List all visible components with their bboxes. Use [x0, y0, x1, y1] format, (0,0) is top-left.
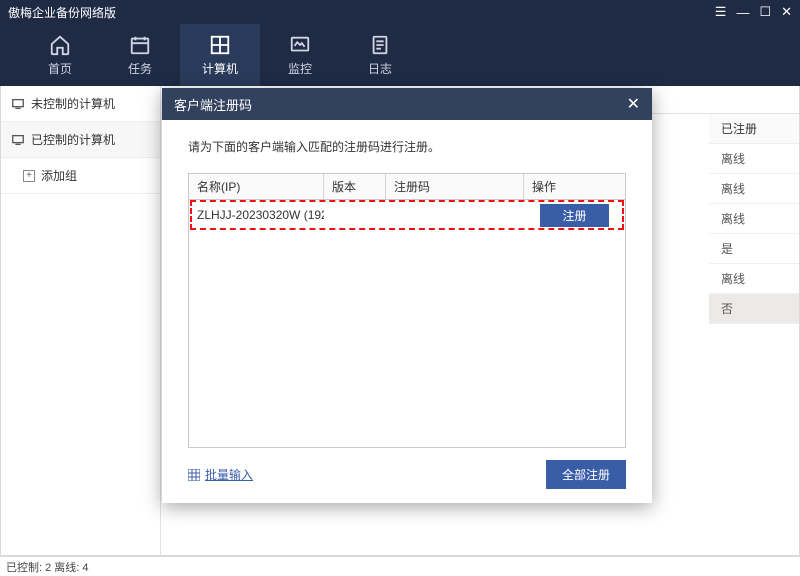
batch-input-label: 批量输入	[205, 466, 253, 483]
title-bar: 傲梅企业备份网络版 ☰ — ☐ ✕	[0, 0, 800, 24]
nav-tasks[interactable]: 任务	[100, 24, 180, 86]
sidebar-add-group-label: 添加组	[41, 167, 77, 184]
minimize-icon[interactable]: —	[736, 5, 749, 20]
cell-version	[324, 200, 386, 230]
sidebar-item-add-group[interactable]: + 添加组	[1, 158, 160, 194]
right-column: 已注册 离线 离线 离线 是 离线 否	[709, 114, 799, 324]
col-name: 名称(IP)	[189, 174, 324, 199]
list-item[interactable]: 离线	[709, 144, 799, 174]
table-row: ZLHJJ-20230320W (192.16 注册	[189, 200, 625, 230]
computer-off-icon	[11, 97, 25, 111]
cell-name: ZLHJJ-20230320W (192.16	[189, 200, 324, 230]
status-text: 已控制: 2 离线: 4	[6, 559, 89, 575]
cell-action: 注册	[524, 200, 625, 230]
plus-icon: +	[23, 170, 35, 182]
cell-code[interactable]	[386, 200, 524, 230]
modal-body: 请为下面的客户端输入匹配的注册码进行注册。 名称(IP) 版本 注册码 操作 Z…	[162, 120, 652, 503]
nav-home[interactable]: 首页	[20, 24, 100, 86]
list-item[interactable]: 是	[709, 234, 799, 264]
navbar: 首页 任务 计算机 监控 日志	[0, 24, 800, 86]
list-item[interactable]: 离线	[709, 204, 799, 234]
app-title: 傲梅企业备份网络版	[8, 4, 116, 21]
grid-icon	[188, 469, 200, 481]
sidebar-uncontrolled-label: 未控制的计算机	[31, 95, 115, 112]
computer-on-icon	[11, 133, 25, 147]
nav-logs[interactable]: 日志	[340, 24, 420, 86]
nav-home-label: 首页	[48, 60, 72, 77]
monitor-icon	[289, 34, 311, 56]
list-item[interactable]: 离线	[709, 264, 799, 294]
registration-modal: 客户端注册码 ✕ 请为下面的客户端输入匹配的注册码进行注册。 名称(IP) 版本…	[162, 88, 652, 503]
close-icon[interactable]: ✕	[781, 4, 792, 20]
menu-icon[interactable]: ☰	[715, 4, 727, 20]
col-version: 版本	[324, 174, 386, 199]
batch-input-link[interactable]: 批量输入	[188, 466, 253, 483]
nav-monitor-label: 监控	[288, 60, 312, 77]
col-header-registered: 已注册	[709, 114, 799, 144]
nav-computers[interactable]: 计算机	[180, 24, 260, 86]
register-all-button[interactable]: 全部注册	[546, 460, 626, 489]
registration-table: 名称(IP) 版本 注册码 操作 ZLHJJ-20230320W (192.16…	[188, 173, 626, 448]
table-header: 名称(IP) 版本 注册码 操作	[189, 174, 625, 200]
status-bar: 已控制: 2 离线: 4	[0, 556, 800, 576]
nav-tasks-label: 任务	[128, 60, 152, 77]
nav-monitor[interactable]: 监控	[260, 24, 340, 86]
sidebar-item-uncontrolled[interactable]: 未控制的计算机	[1, 86, 160, 122]
sidebar-item-controlled[interactable]: 已控制的计算机	[1, 122, 160, 158]
modal-footer: 批量输入 全部注册	[188, 460, 626, 489]
list-item[interactable]: 否	[709, 294, 799, 324]
home-icon	[49, 34, 71, 56]
sidebar-controlled-label: 已控制的计算机	[31, 131, 115, 148]
calendar-icon	[129, 34, 151, 56]
window-controls: ☰ — ☐ ✕	[715, 4, 792, 20]
modal-title-text: 客户端注册码	[174, 95, 252, 114]
modal-titlebar: 客户端注册码 ✕	[162, 88, 652, 120]
log-icon	[369, 34, 391, 56]
windows-icon	[209, 34, 231, 56]
register-button[interactable]: 注册	[540, 204, 608, 227]
col-action: 操作	[524, 174, 625, 199]
list-item[interactable]: 离线	[709, 174, 799, 204]
nav-logs-label: 日志	[368, 60, 392, 77]
maximize-icon[interactable]: ☐	[759, 4, 771, 20]
sidebar: 未控制的计算机 已控制的计算机 + 添加组	[1, 86, 161, 555]
modal-close-button[interactable]: ✕	[627, 94, 640, 114]
modal-message: 请为下面的客户端输入匹配的注册码进行注册。	[188, 138, 626, 155]
col-code: 注册码	[386, 174, 524, 199]
nav-computers-label: 计算机	[202, 60, 238, 77]
